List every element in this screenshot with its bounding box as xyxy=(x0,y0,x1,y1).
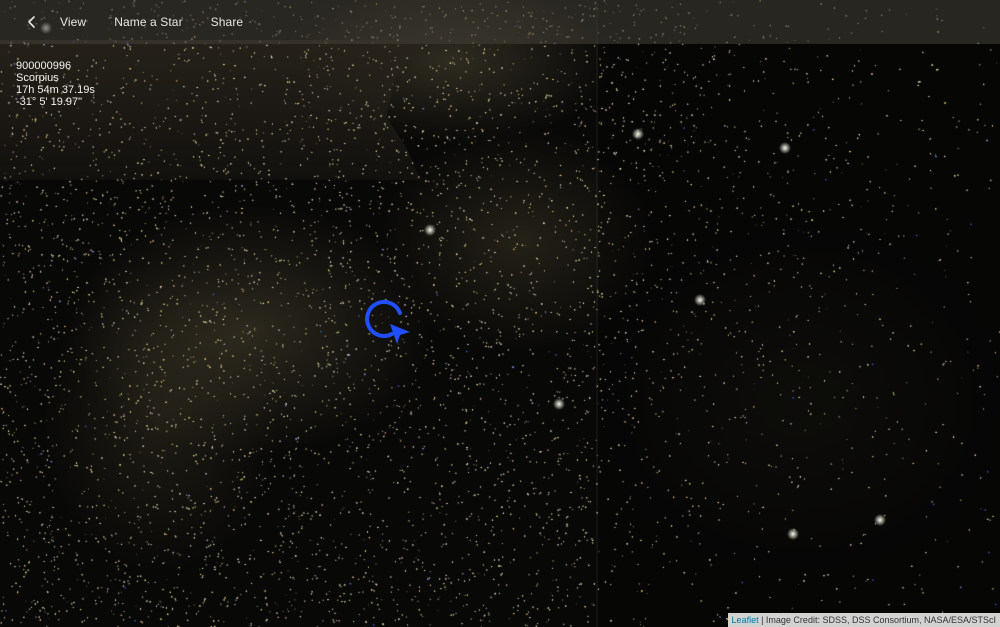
view-menu-button[interactable]: View xyxy=(60,15,86,29)
map-attribution: Leaflet | Image Credit: SDSS, DSS Consor… xyxy=(727,613,1000,627)
image-credit: Image Credit: SDSS, DSS Consortium, NASA… xyxy=(765,615,996,625)
starfield xyxy=(0,0,1000,627)
star-constellation: Scorpius xyxy=(16,72,59,84)
chevron-left-icon xyxy=(28,16,35,28)
star-info-panel: 900000996 Scorpius 17h 54m 37.19s -31° 5… xyxy=(16,60,95,108)
back-button[interactable] xyxy=(10,0,54,44)
name-a-star-button[interactable]: Name a Star xyxy=(114,15,182,29)
locate-star-icon xyxy=(365,299,410,344)
top-navigation-bar: View Name a Star Share xyxy=(0,0,1000,44)
star-right-ascension: 17h 54m 37.19s xyxy=(16,84,95,96)
star-declination: -31° 5' 19.97" xyxy=(16,96,83,108)
attribution-separator: | xyxy=(758,615,766,625)
share-button[interactable]: Share xyxy=(211,15,244,29)
leaflet-link[interactable]: Leaflet xyxy=(732,615,759,625)
star-id: 900000996 xyxy=(16,60,72,72)
sky-map[interactable]: View Name a Star Share 900000996 Scorpiu… xyxy=(0,0,1000,627)
locate-star-marker[interactable] xyxy=(358,292,418,352)
